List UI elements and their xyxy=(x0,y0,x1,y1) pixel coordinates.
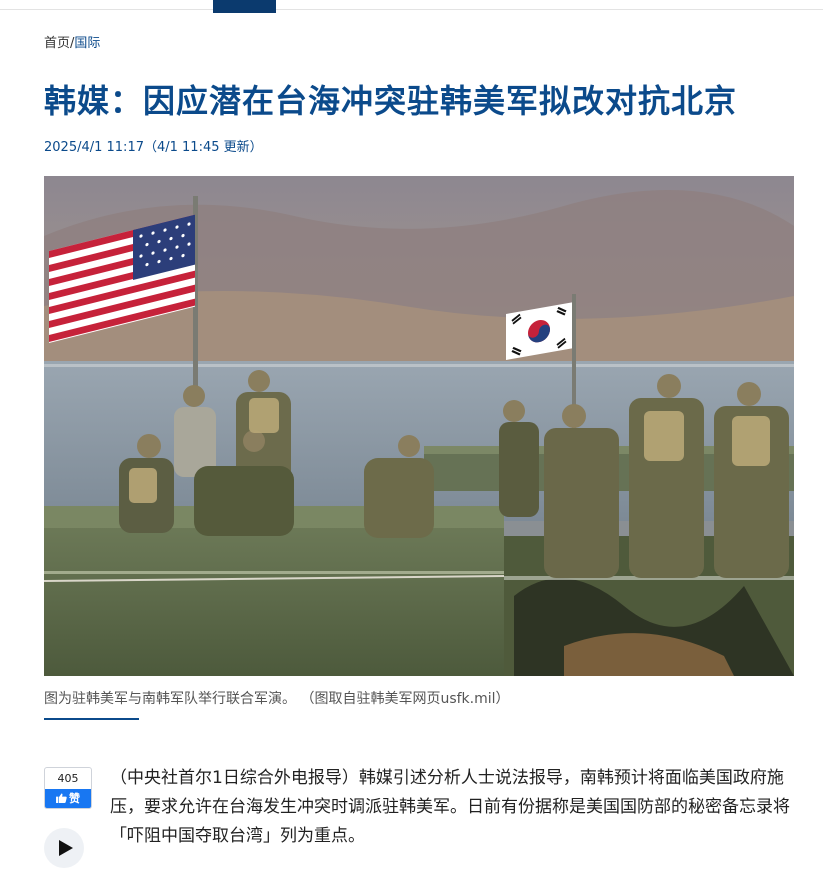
article-dateline: 2025/4/1 11:17（4/1 11:45 更新） xyxy=(44,140,263,155)
article-paragraph: （中央社首尔1日综合外电报导）韩媒引述分析人士说法报导，南韩预计将面临美国政府施… xyxy=(110,768,790,846)
play-icon xyxy=(58,840,73,856)
article-body: （中央社首尔1日综合外电报导）韩媒引述分析人士说法报导，南韩预计将面临美国政府施… xyxy=(110,764,800,851)
like-button[interactable]: 赞 xyxy=(45,789,91,808)
article-title: 韩媒：因应潜在台海冲突驻韩美军拟改对抗北京 xyxy=(44,82,738,120)
thumbs-up-icon xyxy=(56,793,67,803)
like-count: 405 xyxy=(57,772,79,785)
photo-caption: 图为驻韩美军与南韩军队举行联合军演。 （图取自驻韩美军网页usfk.mil） xyxy=(44,691,510,707)
military-exercise-photo xyxy=(44,176,794,676)
audio-play-button[interactable] xyxy=(44,828,84,868)
breadcrumb-home-link[interactable]: 首页 xyxy=(44,36,70,51)
article-photo[interactable] xyxy=(44,176,794,676)
like-label: 赞 xyxy=(69,792,80,805)
facebook-like-widget[interactable]: 405 赞 xyxy=(44,767,92,809)
breadcrumb: 首页/国际 xyxy=(44,32,100,51)
caption-divider xyxy=(44,718,139,720)
active-nav-tab-indicator[interactable] xyxy=(213,0,276,13)
top-divider xyxy=(0,9,823,10)
breadcrumb-international-link[interactable]: 国际 xyxy=(74,36,100,51)
